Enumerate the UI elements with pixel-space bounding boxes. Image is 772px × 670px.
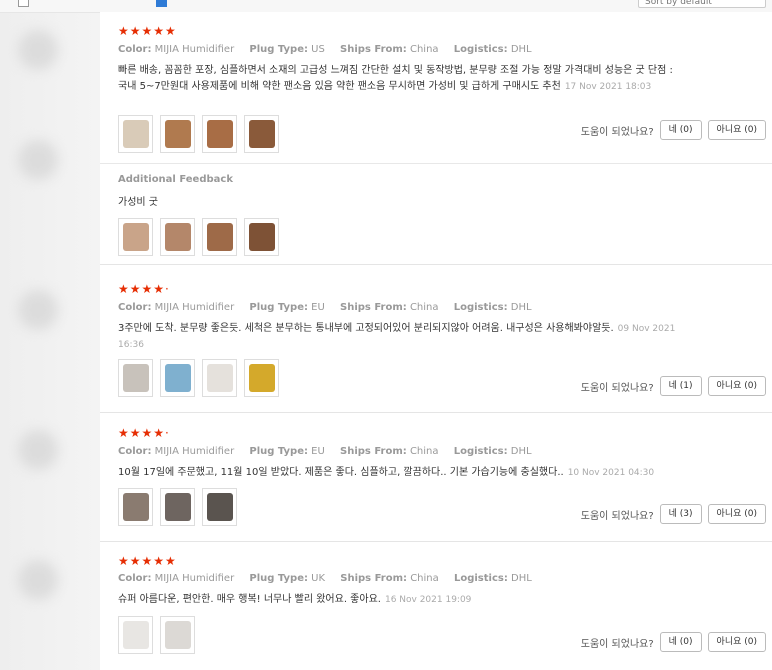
sort-select[interactable]: Sort by default	[638, 0, 766, 8]
review-photos	[118, 115, 279, 153]
additional-feedback-title: Additional Feedback	[118, 174, 233, 185]
helpful-no-button[interactable]: 아니요 (0)	[707, 632, 766, 652]
review-meta: Color: MIJIA Humidifier Plug Type: UK Sh…	[118, 573, 532, 584]
helpful-vote: 도움이 되었나요? 네 (0) 아니요 (0)	[581, 120, 766, 140]
review-photo[interactable]	[118, 115, 153, 153]
review-meta: Color: MIJIA Humidifier Plug Type: EU Sh…	[118, 302, 532, 313]
review-text: 슈퍼 아름다운, 편안한. 매우 행복! 너무나 빨리 왔어요. 좋아요. 16 …	[118, 594, 472, 605]
review-photos	[118, 359, 279, 397]
review-item: ★★★★★ Color: MIJIA Humidifier Plug Type:…	[100, 12, 772, 265]
helpful-vote: 도움이 되었나요? 네 (3) 아니요 (0)	[581, 504, 766, 524]
review-photos	[118, 616, 195, 654]
star-rating: ★★★★·	[118, 426, 170, 440]
divider	[100, 163, 772, 164]
review-photo[interactable]	[244, 218, 279, 256]
helpful-yes-button[interactable]: 네 (0)	[659, 120, 702, 140]
review-photo[interactable]	[202, 218, 237, 256]
review-photo[interactable]	[244, 359, 279, 397]
filter-checkbox[interactable]	[18, 0, 29, 7]
review-photo[interactable]	[160, 616, 195, 654]
review-date: 16 Nov 2021 19:09	[384, 595, 472, 605]
review-photo[interactable]	[202, 359, 237, 397]
review-photos	[118, 488, 237, 526]
star-rating: ★★★★·	[118, 282, 170, 296]
review-meta: Color: MIJIA Humidifier Plug Type: EU Sh…	[118, 446, 532, 457]
review-photo[interactable]	[202, 115, 237, 153]
review-meta: Color: MIJIA Humidifier Plug Type: US Sh…	[118, 44, 532, 55]
helpful-yes-button[interactable]: 네 (3)	[659, 504, 702, 524]
helpful-yes-button[interactable]: 네 (0)	[659, 632, 702, 652]
helpful-no-button[interactable]: 아니요 (0)	[707, 376, 766, 396]
review-date: 17 Nov 2021 18:03	[564, 82, 652, 92]
review-photo[interactable]	[244, 115, 279, 153]
review-photo[interactable]	[202, 488, 237, 526]
review-text: 3주만에 도착. 분무량 좋은듯. 세척은 분무하는 통내부에 고정되어있어 분…	[118, 323, 676, 350]
blurred-sidebar	[0, 0, 100, 670]
review-photo[interactable]	[118, 359, 153, 397]
helpful-no-button[interactable]: 아니요 (0)	[707, 504, 766, 524]
review-text: 빠른 배송, 꼼꼼한 포장, 심플하면서 소재의 고급성 느껴짐 간단한 설치 …	[118, 65, 673, 92]
reviews-panel: ★★★★★ Color: MIJIA Humidifier Plug Type:…	[100, 12, 772, 670]
review-photo[interactable]	[160, 115, 195, 153]
review-item: ★★★★★ Color: MIJIA Humidifier Plug Type:…	[100, 542, 772, 670]
filter-checkbox-checked[interactable]	[156, 0, 167, 7]
helpful-vote: 도움이 되었나요? 네 (0) 아니요 (0)	[581, 632, 766, 652]
review-photo[interactable]	[160, 359, 195, 397]
review-photo[interactable]	[118, 488, 153, 526]
review-photo[interactable]	[118, 616, 153, 654]
review-photo[interactable]	[160, 488, 195, 526]
review-item: ★★★★· Color: MIJIA Humidifier Plug Type:…	[100, 269, 772, 413]
helpful-yes-button[interactable]: 네 (1)	[659, 376, 702, 396]
star-rating: ★★★★★	[118, 554, 177, 568]
additional-feedback-text: 가성비 굿	[118, 197, 158, 208]
review-photo[interactable]	[160, 218, 195, 256]
star-rating: ★★★★★	[118, 24, 177, 38]
review-item: ★★★★· Color: MIJIA Humidifier Plug Type:…	[100, 413, 772, 542]
helpful-vote: 도움이 되었나요? 네 (1) 아니요 (0)	[581, 376, 766, 396]
review-date: 10 Nov 2021 04:30	[567, 468, 655, 478]
review-photo[interactable]	[118, 218, 153, 256]
review-text: 10월 17일에 주문했고, 11월 10일 받았다. 제품은 좋다. 심플하고…	[118, 467, 655, 478]
helpful-no-button[interactable]: 아니요 (0)	[707, 120, 766, 140]
additional-photos	[118, 218, 279, 256]
